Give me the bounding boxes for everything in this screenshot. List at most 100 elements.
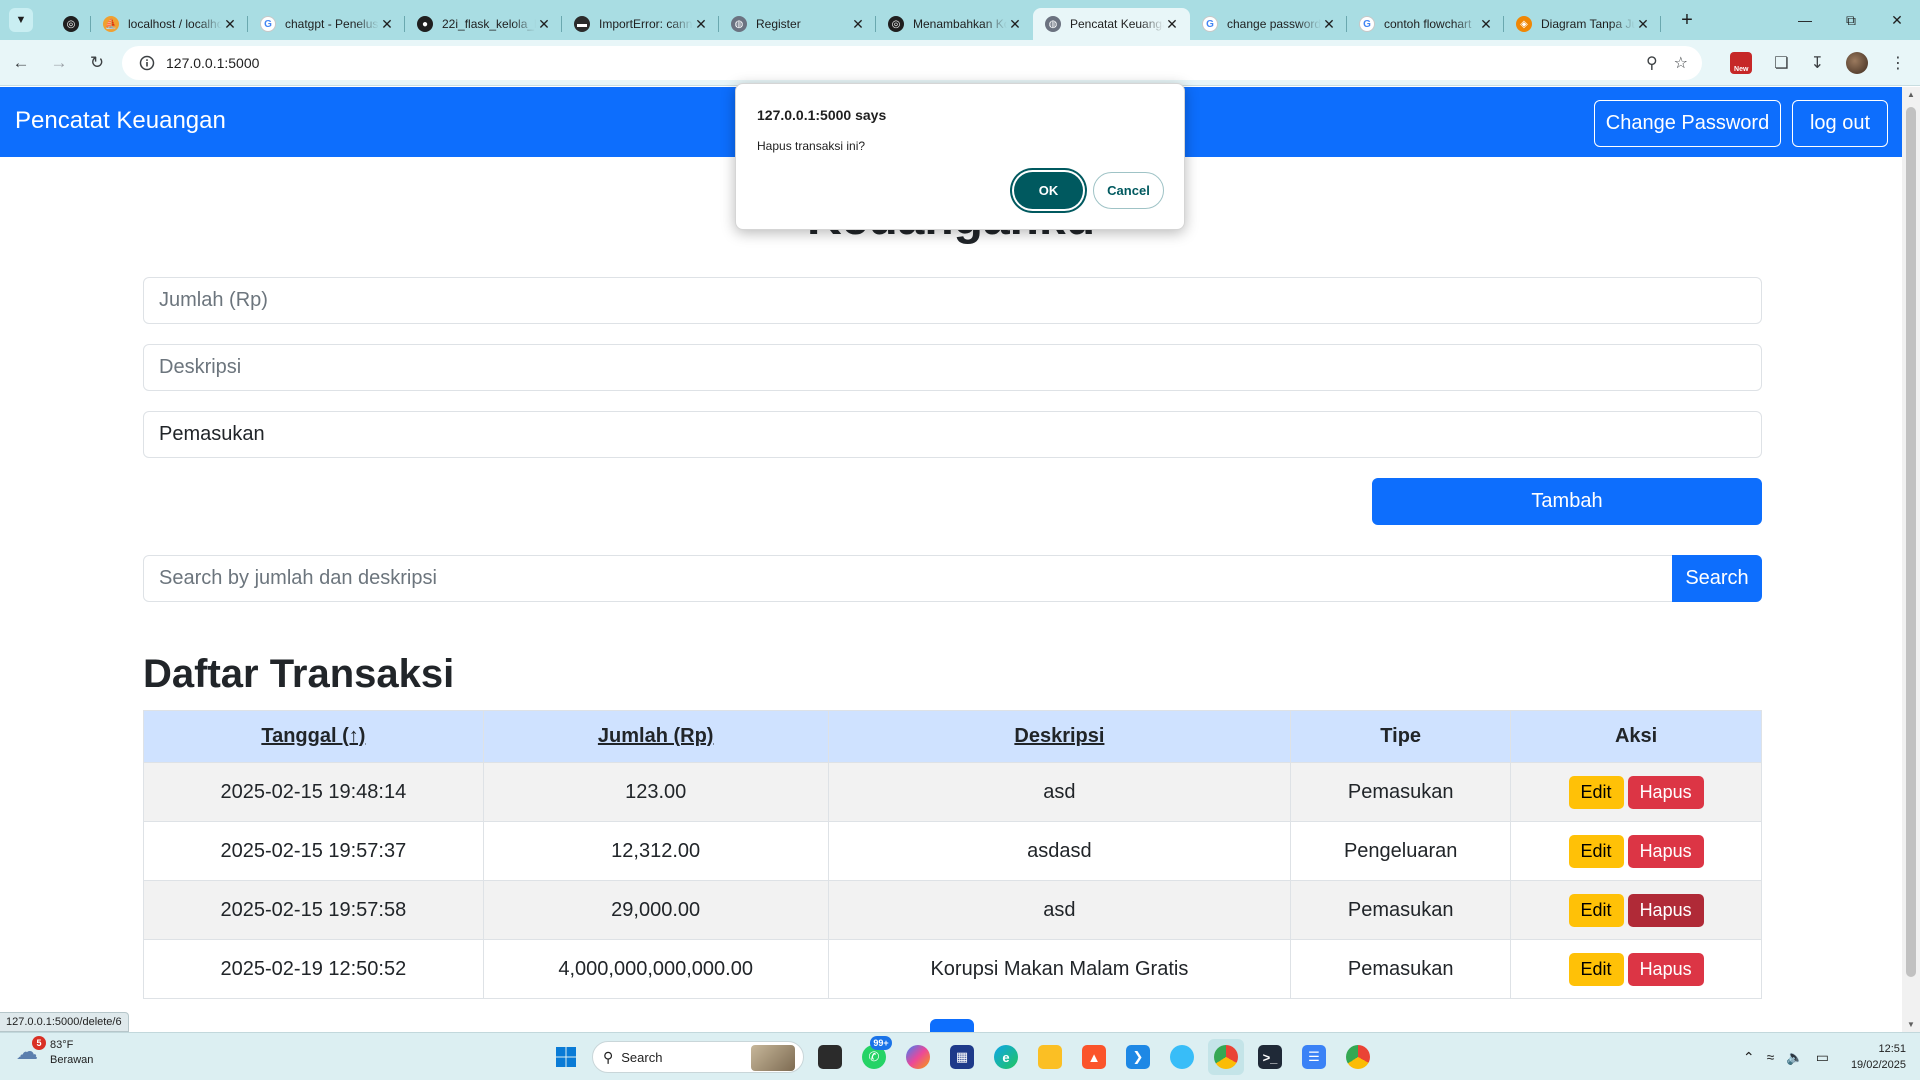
taskbar-terminal[interactable]: >_ (1252, 1039, 1288, 1075)
tab-close-icon[interactable]: ✕ (693, 16, 709, 33)
tab-close-icon[interactable]: ✕ (1007, 16, 1023, 33)
task-view-button[interactable] (812, 1039, 848, 1075)
new-tab-button[interactable]: + (1675, 9, 1699, 32)
volume-icon[interactable]: 🔈 (1786, 1049, 1803, 1066)
col-jumlah[interactable]: Jumlah (Rp) (482, 710, 829, 763)
cell-deskripsi: asd (827, 880, 1292, 940)
drawio-icon: ◈ (1516, 16, 1532, 32)
scroll-up-icon[interactable]: ▲ (1906, 90, 1916, 99)
browser-tab[interactable]: Gchange password ✕ (1190, 8, 1347, 40)
hapus-button[interactable]: Hapus (1627, 834, 1704, 868)
browser-tab[interactable]: Gchatgpt - Penelusuran✕ (248, 8, 405, 40)
dialog-ok-button[interactable]: OK (1014, 172, 1083, 209)
pagination-button[interactable] (930, 1019, 974, 1032)
col-tanggal[interactable]: Tanggal (↑) (143, 710, 484, 763)
scroll-thumb[interactable] (1906, 107, 1916, 977)
navbar-brand[interactable]: Pencatat Keuangan (15, 107, 226, 135)
scroll-down-icon[interactable]: ▼ (1906, 1020, 1916, 1029)
system-tray: ⌃ ≈ 🔈 ▭ 12:51 19/02/2025 (1743, 1039, 1906, 1075)
pinned-tab[interactable]: ◎ (51, 8, 91, 40)
weather-widget[interactable]: ☁ 5 83°F Berawan (16, 1036, 93, 1068)
tab-close-icon[interactable]: ✕ (536, 16, 552, 33)
edit-button[interactable]: Edit (1568, 834, 1624, 868)
cell-deskripsi: Korupsi Makan Malam Gratis (827, 939, 1292, 999)
battery-icon[interactable]: ▭ (1816, 1049, 1829, 1066)
taskbar-app-blue[interactable] (1164, 1039, 1200, 1075)
clock[interactable]: 12:51 19/02/2025 (1851, 1041, 1906, 1073)
forward-button[interactable]: → (42, 46, 76, 80)
clock-date: 19/02/2025 (1850, 1059, 1906, 1071)
sort-jumlah-link[interactable]: Jumlah (Rp) (598, 725, 714, 747)
taskbar-vscode[interactable]: ❯ (1120, 1039, 1156, 1075)
tambah-button[interactable]: Tambah (1372, 478, 1762, 525)
zoom-icon[interactable]: ⚲ (1646, 53, 1658, 73)
search-button[interactable]: Search (1672, 555, 1762, 602)
browser-tab[interactable]: ● 22i_flask_kelola_keuangan✕ (405, 8, 562, 40)
browser-tab[interactable]: ◎ Menambahkan Kolom✕ (876, 8, 1033, 40)
taskbar-brave[interactable]: ▲ (1076, 1039, 1112, 1075)
tab-close-icon[interactable]: ✕ (1635, 16, 1651, 33)
taskbar-chrome-active[interactable] (1208, 1039, 1244, 1075)
tab-close-icon[interactable]: ✕ (850, 16, 866, 33)
tray-overflow-icon[interactable]: ⌃ (1743, 1049, 1755, 1066)
back-button[interactable]: ← (4, 46, 38, 80)
taskbar-store[interactable]: ▦ (944, 1039, 980, 1075)
browser-tab[interactable]: Gcontoh flowchart ✕ (1347, 8, 1504, 40)
dialog-cancel-button[interactable]: Cancel (1093, 172, 1164, 209)
taskbar-edge[interactable]: e (988, 1039, 1024, 1075)
change-password-button[interactable]: Change Password (1594, 100, 1781, 147)
sort-deskripsi-link[interactable]: Deskripsi (1014, 725, 1104, 747)
page-scrollbar[interactable]: ▲ ▼ (1902, 87, 1920, 1032)
browser-tab[interactable]: ▬ ImportError: cannot ✕ (562, 8, 719, 40)
jumlah-input[interactable]: Jumlah (Rp) (143, 277, 1762, 324)
search-placeholder: Search by jumlah dan deskripsi (159, 567, 437, 589)
taskbar-whatsapp[interactable]: ✆ 99+ (856, 1036, 892, 1075)
google-icon: G (1359, 16, 1375, 32)
search-input[interactable]: Search by jumlah dan deskripsi (143, 555, 1673, 602)
tab-close-icon[interactable]: ✕ (1321, 16, 1337, 33)
whatsapp-badge: 99+ (870, 1036, 892, 1050)
profile-avatar[interactable] (1846, 52, 1868, 74)
address-bar[interactable]: 127.0.0.1:5000 ⚲ ☆ (122, 46, 1702, 80)
browser-tab[interactable]: ◍ Pencatat Keuangan✕ (1033, 8, 1190, 40)
restore-button[interactable]: ⧉ (1828, 0, 1874, 40)
downloads-icon[interactable]: ↧ (1811, 53, 1824, 73)
taskbar-notepad[interactable]: ☰ (1296, 1039, 1332, 1075)
browser-tab[interactable]: ◍ Register ✕ (719, 8, 876, 40)
tab-list: ◎⛵localhost / localhost✕Gchatgpt - Penel… (51, 0, 1661, 40)
extension-new-icon[interactable]: New (1730, 52, 1753, 74)
reload-button[interactable]: ↻ (80, 46, 114, 80)
tab-close-icon[interactable]: ✕ (1164, 16, 1180, 33)
edit-button[interactable]: Edit (1568, 952, 1624, 986)
close-window-button[interactable]: ✕ (1874, 0, 1920, 40)
browser-tab[interactable]: ◈ Diagram Tanpa Judul✕ (1504, 8, 1661, 40)
bookmark-star-icon[interactable]: ☆ (1674, 53, 1688, 73)
cell-aksi: Edit Hapus (1510, 762, 1762, 822)
tab-search-button[interactable]: ▼ (9, 8, 33, 32)
site-info-icon[interactable] (132, 55, 162, 71)
minimize-button[interactable]: — (1782, 0, 1828, 40)
taskbar-search[interactable]: ⚲ Search (592, 1041, 804, 1073)
start-button[interactable] (548, 1039, 584, 1075)
deskripsi-input[interactable]: Deskripsi (143, 344, 1762, 391)
tipe-select[interactable]: Pemasukan (143, 411, 1762, 458)
tab-close-icon[interactable]: ✕ (379, 16, 395, 33)
browser-tab[interactable]: ⛵ localhost / localhost✕ (91, 8, 248, 40)
url-text[interactable]: 127.0.0.1:5000 (166, 55, 259, 71)
hapus-button[interactable]: Hapus (1627, 775, 1704, 809)
taskbar-explorer[interactable] (1032, 1039, 1068, 1075)
chrome-menu-icon[interactable]: ⋮ (1890, 53, 1906, 73)
edit-button[interactable]: Edit (1568, 775, 1624, 809)
edit-button[interactable]: Edit (1568, 893, 1624, 927)
wifi-icon[interactable]: ≈ (1767, 1049, 1775, 1065)
taskbar-chrome[interactable] (1340, 1039, 1376, 1075)
tab-close-icon[interactable]: ✕ (222, 16, 238, 33)
hapus-button[interactable]: Hapus (1627, 952, 1704, 986)
sort-tanggal-link[interactable]: Tanggal (↑) (261, 725, 365, 747)
extensions-puzzle-icon[interactable]: ❏ (1774, 53, 1788, 73)
hapus-button[interactable]: Hapus (1627, 893, 1704, 927)
tab-close-icon[interactable]: ✕ (1478, 16, 1494, 33)
logout-button[interactable]: log out (1792, 100, 1888, 147)
taskbar-copilot[interactable] (900, 1039, 936, 1075)
col-deskripsi[interactable]: Deskripsi (827, 710, 1292, 763)
